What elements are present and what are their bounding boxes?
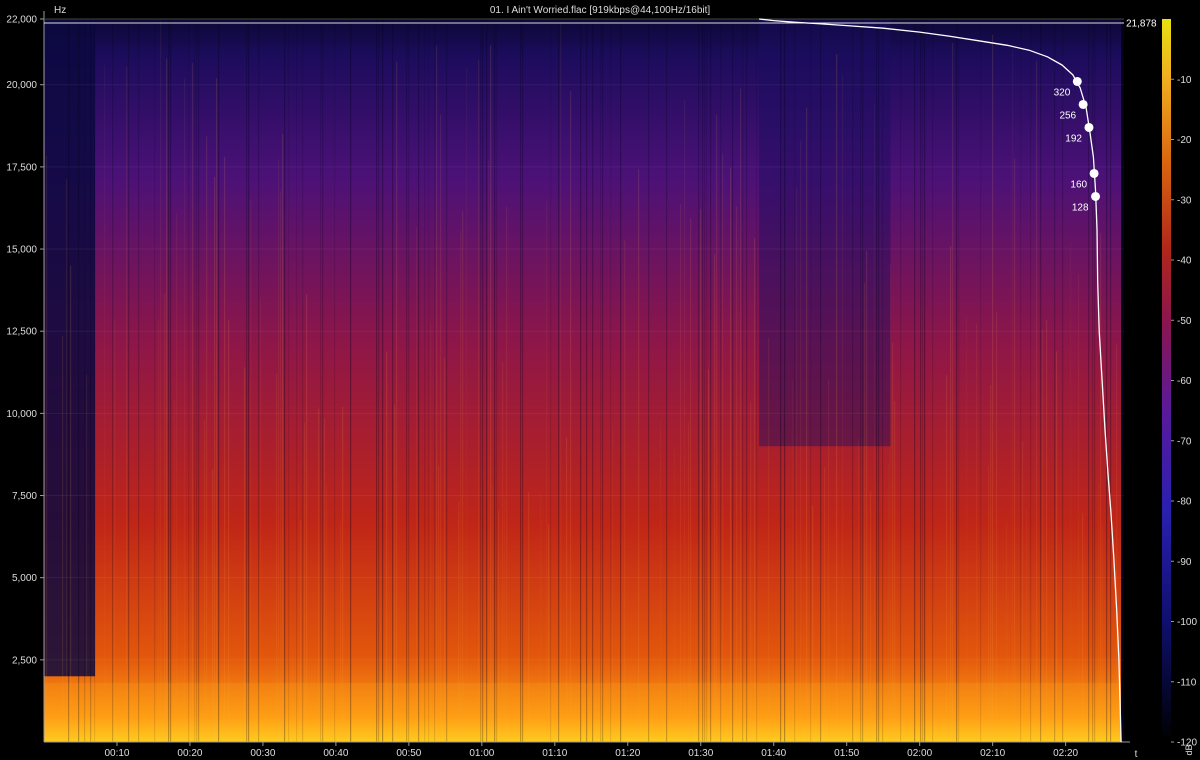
colorbar-tick-label: -80 — [1177, 497, 1192, 508]
quiet-bridge — [759, 19, 891, 447]
x-tick-label: 02:10 — [980, 748, 1005, 759]
spectrogram-view: 2,500 5,000 7,500 10,000 12,500 15,000 17,500 2… — [0, 0, 1200, 760]
x-tick-label: 01:30 — [688, 748, 713, 759]
x-tick-label: 00:20 — [177, 748, 202, 759]
y-tick-label: 17,500 — [6, 162, 37, 173]
bitrate-marker — [1091, 191, 1101, 201]
bitrate-marker-label: 320 — [1054, 87, 1071, 98]
bitrate-marker-label: 160 — [1070, 179, 1087, 190]
colorbar-tick-label: -20 — [1177, 135, 1192, 146]
spectrogram-chart: 2,500 5,000 7,500 10,000 12,500 15,000 17,500 2… — [6, 5, 1197, 760]
y-tick-label: 7,500 — [12, 491, 37, 502]
colorbar-tick-label: -100 — [1177, 617, 1197, 628]
bitrate-marker — [1084, 122, 1094, 132]
x-tick-label: 01:20 — [615, 748, 640, 759]
y-tick-label: 5,000 — [12, 573, 37, 584]
y-tick-label: 15,000 — [6, 245, 37, 256]
x-tick-label: 01:50 — [834, 748, 859, 759]
y-tick-label: 12,500 — [6, 327, 37, 338]
spectrogram-silence — [1121, 19, 1124, 742]
x-tick-label: 01:00 — [469, 748, 494, 759]
bitrate-marker-label: 128 — [1072, 202, 1089, 213]
y-tick-label: 10,000 — [6, 409, 37, 420]
x-tick-label: 00:40 — [323, 748, 348, 759]
colorbar-tick-label: -70 — [1177, 436, 1192, 447]
y-tick-label: 20,000 — [6, 80, 37, 91]
colorbar: -10 -20 -30 -40 -50 -60 -70 -80 -90 -100 -110 -120 — [1162, 19, 1197, 749]
y-tick-label: 22,000 — [6, 15, 37, 26]
x-tick-label: 00:50 — [396, 748, 421, 759]
colorbar-tick-label: -90 — [1177, 557, 1192, 568]
x-tick-label: 00:30 — [250, 748, 275, 759]
x-tick-label: 00:10 — [104, 748, 129, 759]
colorbar-tick-label: -110 — [1177, 677, 1197, 688]
colorbar-tick-label: -30 — [1177, 195, 1192, 206]
x-tick-label: 01:10 — [542, 748, 567, 759]
x-tick-label: 02:00 — [907, 748, 932, 759]
x-tick-label: 02:20 — [1053, 748, 1078, 759]
colorbar-tick-label: -120 — [1177, 738, 1197, 749]
bitrate-marker-label: 192 — [1065, 133, 1082, 144]
spectrogram-energy — [44, 19, 1122, 742]
colorbar-tick-label: -40 — [1177, 256, 1192, 267]
x-tick-label: 01:40 — [761, 748, 786, 759]
x-axis-label: t — [1135, 749, 1138, 760]
y-axis-label: Hz — [54, 5, 66, 16]
bitrate-marker-label: 256 — [1059, 110, 1076, 121]
bitrate-marker — [1072, 76, 1082, 86]
colorbar-gradient — [1162, 19, 1171, 742]
colorbar-tick-label: -50 — [1177, 316, 1192, 327]
colorbar-tick-label: -60 — [1177, 376, 1192, 387]
colorbar-tick-label: -10 — [1177, 75, 1192, 86]
y-tick-label: 2,500 — [12, 655, 37, 666]
spectrogram-area — [44, 19, 1124, 742]
cutoff-label: 21,878 — [1126, 19, 1157, 30]
bass-band — [44, 682, 1122, 742]
chart-title: 01. I Ain't Worried.flac [919kbps@44,100… — [490, 5, 711, 16]
bitrate-marker — [1078, 99, 1088, 109]
bitrate-marker — [1089, 168, 1099, 178]
